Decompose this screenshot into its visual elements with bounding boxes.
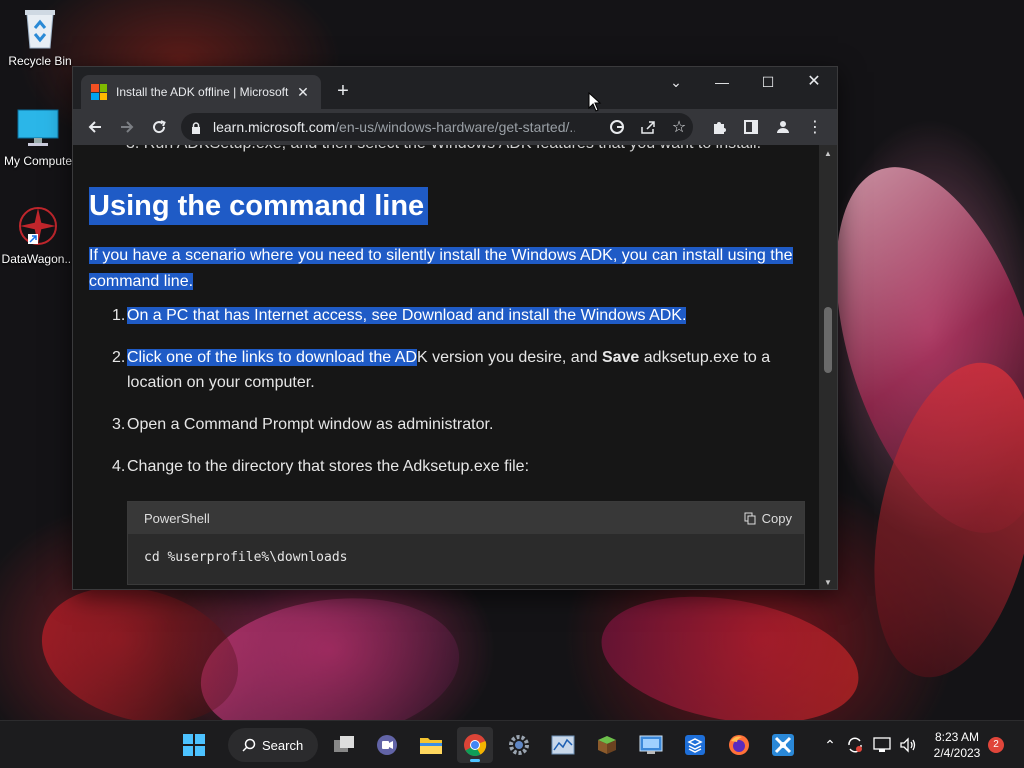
google-lens-icon[interactable] [603,113,631,141]
list-item: 3. Open a Command Prompt window as admin… [89,412,805,437]
code-text: cd %userprofile%\downloads [144,550,348,565]
firefox-icon[interactable] [721,727,757,763]
desktop-icon-my-computer[interactable]: My Compute [0,106,78,168]
page-scrollbar[interactable]: ▲ ▼ [819,145,837,589]
step-text: Open a Command Prompt window as administ… [127,416,494,433]
step-number: 3. [112,416,126,433]
menu-kebab-icon[interactable]: ⋮ [801,113,829,141]
step-text: K version you desire, and [416,349,602,366]
teams-chat-icon[interactable] [369,727,405,763]
maximize-button[interactable]: ☐ [745,67,791,97]
copy-label: Copy [761,510,792,526]
remote-desktop-icon[interactable] [633,727,669,763]
tab-install-adk[interactable]: Install the ADK offline | Microsoft ✕ [81,75,321,109]
desktop-icon-recycle-bin[interactable]: Recycle Bin [0,6,80,68]
section-heading: Using the command line [89,187,429,225]
previous-step-text: 3. Run ADKSetup.exe, and then select the… [126,145,761,153]
taskbar: Search ⌃ 8:23 AM 2/4/2023 2 [0,720,1024,768]
mouse-cursor-icon [588,92,602,112]
copy-icon [744,512,756,524]
intro-paragraph: If you have a scenario where you need to… [89,243,805,295]
file-explorer-icon[interactable] [413,727,449,763]
step-number: 1. [112,307,126,324]
show-hidden-icons-chevron-up-icon[interactable]: ⌃ [820,721,840,768]
wallpaper-ribbon [26,566,254,744]
step-text[interactable]: On a PC that has Internet access, see Do… [127,307,687,324]
code-block-header: PowerShell Copy [128,502,804,534]
close-tab-icon[interactable]: ✕ [295,84,311,101]
back-button[interactable] [81,113,109,141]
desktop-icon-label: Recycle Bin [8,54,72,68]
recycle-bin-icon [18,6,62,50]
desktop-icon-label: My Compute [3,154,73,168]
windows-logo-icon [183,734,205,756]
tab-strip: Install the ADK offline | Microsoft ✕ + … [73,67,837,109]
scroll-up-icon[interactable]: ▲ [819,149,837,158]
settings-gear-icon[interactable] [501,727,537,763]
clock-time: 8:23 AM [934,730,980,744]
url-path: /en-us/windows-hardware/get-started/... [335,119,576,135]
forward-button[interactable] [113,113,141,141]
clock-date: 2/4/2023 [933,746,981,760]
step-text: Change to the directory that stores the … [127,458,530,475]
reload-icon [153,120,166,134]
new-tab-button[interactable]: + [331,79,355,103]
network-icon[interactable] [870,721,894,768]
page-content: 3. Run ADKSetup.exe, and then select the… [73,145,821,589]
monitor-icon [16,106,60,150]
microsoft-logo-icon [91,84,107,100]
minecraft-block-icon[interactable] [589,727,625,763]
system-clock[interactable]: 8:23 AM 2/4/2023 [922,729,992,761]
performance-monitor-icon[interactable] [545,727,581,763]
list-item: 1. On a PC that has Internet access, see… [89,303,805,328]
scroll-down-icon[interactable]: ▼ [819,578,837,587]
chrome-icon[interactable] [457,727,493,763]
lock-icon [191,121,201,134]
copy-button[interactable]: Copy [744,511,792,526]
share-icon[interactable] [634,113,662,141]
minimize-button[interactable]: — [699,67,745,97]
scrollbar-thumb[interactable] [824,307,832,373]
list-item: 4. Change to the directory that stores t… [89,454,805,479]
notification-badge[interactable]: 2 [988,737,1004,753]
desktop-icon-datawagon[interactable]: DataWagon... [0,204,78,266]
desktop-icon-label: DataWagon... [1,252,75,266]
start-button[interactable] [176,727,212,763]
task-view-icon[interactable] [326,727,362,763]
tab-title: Install the ADK offline | Microsoft [116,85,289,99]
datawagon-icon [16,204,60,248]
profile-icon[interactable] [769,113,797,141]
browser-window: Install the ADK offline | Microsoft ✕ + … [72,66,838,590]
taskbar-search-button[interactable]: Search [228,728,318,762]
close-window-button[interactable]: ✕ [791,67,837,97]
step-text-highlighted[interactable]: Click one of the links to download the A… [127,349,417,366]
browser-toolbar: learn.microsoft.com /en-us/windows-hardw… [73,109,837,145]
search-icon [242,738,256,752]
side-panel-icon[interactable] [737,113,765,141]
url-host: learn.microsoft.com [213,119,336,135]
code-block: PowerShell Copy cd %userprofile%\downloa… [127,501,805,585]
forward-arrow-icon [121,121,134,133]
step-text-bold: Save [601,349,640,366]
step-number: 2. [112,349,126,366]
extensions-icon[interactable] [705,113,733,141]
volume-icon[interactable] [896,721,920,768]
back-arrow-icon [88,121,101,133]
tab-search-icon[interactable]: ⌄ [653,67,699,97]
intro-text: If you have a scenario where you need to… [89,247,793,290]
network-tool-icon[interactable] [765,727,801,763]
bookmark-star-icon[interactable]: ☆ [665,113,693,141]
code-language: PowerShell [144,510,210,526]
steps-list: 1. On a PC that has Internet access, see… [89,303,805,496]
list-item: 2. Click one of the links to download th… [89,345,805,395]
sync-icon[interactable] [844,721,866,768]
wallpaper-ribbon [848,347,1024,693]
wallpaper-ribbon [591,578,869,742]
reload-button[interactable] [145,113,173,141]
app-stack-icon[interactable] [677,727,713,763]
step-number: 4. [112,458,126,475]
search-label: Search [262,737,304,753]
